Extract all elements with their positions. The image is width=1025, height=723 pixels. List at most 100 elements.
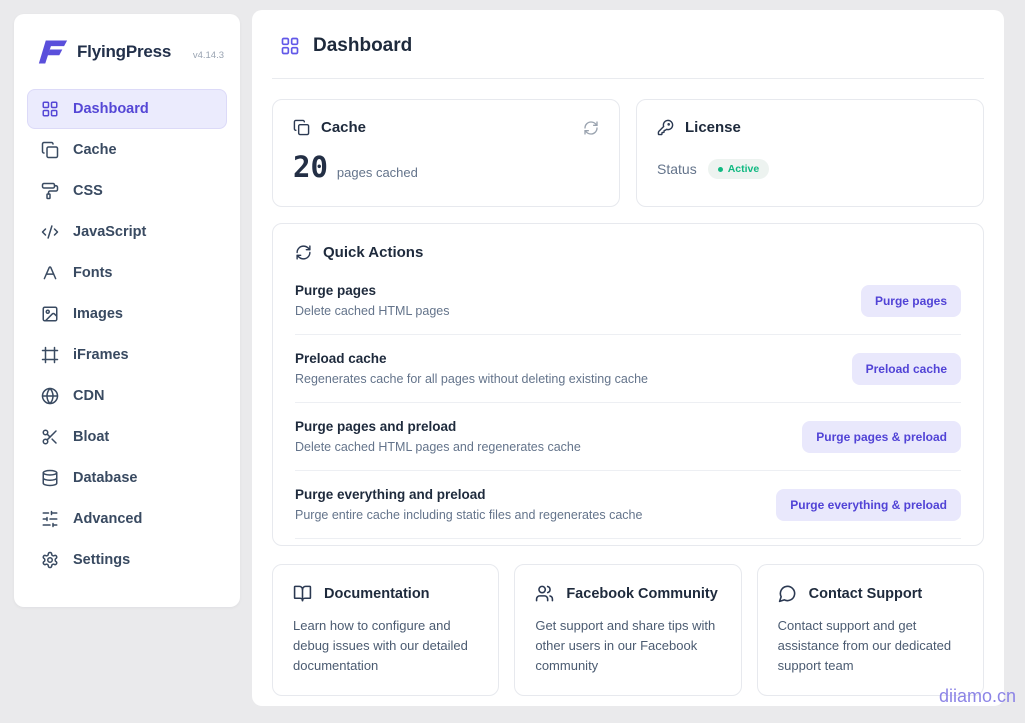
info-card-contact-support[interactable]: Contact Support Contact support and get … bbox=[756, 564, 984, 697]
quick-actions-card: Quick Actions Purge pages Delete cached … bbox=[272, 223, 984, 546]
license-status-row: Status Active bbox=[657, 159, 963, 179]
sidebar-item-label: Advanced bbox=[73, 511, 143, 527]
sidebar-item-dashboard[interactable]: Dashboard bbox=[27, 89, 227, 129]
sidebar-item-javascript[interactable]: JavaScript bbox=[27, 212, 227, 252]
quick-action-title: Preload cache bbox=[295, 351, 387, 366]
cached-pages-count: 20 bbox=[293, 150, 328, 184]
cache-card-header: Cache bbox=[293, 119, 599, 136]
quick-action-row: Preload cache Regenerates cache for all … bbox=[295, 335, 961, 403]
refresh-icon bbox=[295, 244, 312, 261]
grid-icon bbox=[41, 100, 59, 118]
sidebar-item-label: Cache bbox=[73, 142, 117, 158]
sidebar-item-bloat[interactable]: Bloat bbox=[27, 417, 227, 457]
watermark: diiamo.cn bbox=[938, 686, 1016, 706]
sliders-icon bbox=[41, 510, 59, 528]
sidebar-item-label: Bloat bbox=[73, 429, 110, 445]
page-title: Dashboard bbox=[313, 35, 413, 56]
info-card-documentation[interactable]: Documentation Learn how to configure and… bbox=[272, 564, 500, 697]
info-card-description: Contact support and get assistance from … bbox=[777, 618, 952, 674]
image-icon bbox=[41, 305, 59, 323]
logo-row: FlyingPress v4.14.3 bbox=[14, 14, 240, 81]
quick-action-row: Purge everything and preload Purge entir… bbox=[295, 471, 961, 539]
cache-card: Cache 20 pages cached bbox=[272, 99, 620, 207]
info-card-title: Facebook Community bbox=[566, 585, 718, 602]
info-card-title: Contact Support bbox=[808, 585, 923, 602]
cached-pages-suffix: pages cached bbox=[336, 165, 418, 180]
flyingpress-logo-icon bbox=[38, 40, 68, 64]
book-icon bbox=[293, 584, 312, 603]
status-dot-icon bbox=[717, 166, 723, 172]
sidebar: FlyingPress v4.14.3 Dashboard Cache CSS bbox=[14, 14, 240, 607]
sidebar-item-images[interactable]: Images bbox=[27, 294, 227, 334]
paint-roller-icon bbox=[41, 182, 59, 200]
cache-stat: 20 pages cached bbox=[293, 150, 599, 184]
quick-actions-header: Quick Actions bbox=[295, 244, 961, 267]
sidebar-nav: Dashboard Cache CSS JavaScript Fonts Ima… bbox=[14, 81, 240, 589]
sidebar-item-settings[interactable]: Settings bbox=[27, 540, 227, 580]
quick-action-button[interactable]: Purge everything & preload bbox=[776, 488, 961, 521]
info-card-title: Documentation bbox=[324, 585, 430, 602]
cache-card-title: Cache bbox=[321, 119, 367, 136]
globe-icon bbox=[41, 387, 59, 405]
sidebar-item-cache[interactable]: Cache bbox=[27, 130, 227, 170]
sidebar-item-label: Images bbox=[73, 306, 123, 322]
refresh-icon bbox=[583, 120, 599, 136]
code-icon bbox=[41, 223, 59, 241]
page-header: Dashboard bbox=[252, 10, 1004, 78]
main-panel: Dashboard Cache 20 pages cached License … bbox=[252, 10, 1004, 706]
license-card-title: License bbox=[685, 119, 741, 136]
quick-actions-title: Quick Actions bbox=[323, 244, 424, 261]
app-name: FlyingPress bbox=[77, 42, 172, 61]
quick-action-button[interactable]: Preload cache bbox=[851, 352, 961, 385]
license-status-badge: Active bbox=[707, 159, 770, 179]
copy-icon bbox=[41, 141, 59, 159]
quick-action-row: Purge pages Delete cached HTML pages Pur… bbox=[295, 267, 961, 335]
key-icon bbox=[657, 119, 674, 136]
sidebar-item-iframes[interactable]: iFrames bbox=[27, 335, 227, 375]
quick-action-description: Delete cached HTML pages and regenerates… bbox=[295, 440, 581, 454]
license-card: License Status Active bbox=[636, 99, 984, 207]
letter-a-icon bbox=[41, 264, 59, 282]
sidebar-item-advanced[interactable]: Advanced bbox=[27, 499, 227, 539]
quick-action-title: Purge everything and preload bbox=[295, 487, 486, 502]
refresh-cache-count-button[interactable] bbox=[583, 120, 599, 136]
frame-icon bbox=[41, 346, 59, 364]
quick-action-title: Purge pages and preload bbox=[295, 419, 457, 434]
sidebar-item-label: Settings bbox=[73, 552, 131, 568]
info-cards-row: Documentation Learn how to configure and… bbox=[272, 564, 984, 697]
sidebar-item-cdn[interactable]: CDN bbox=[27, 376, 227, 416]
quick-action-description: Delete cached HTML pages bbox=[295, 304, 450, 318]
quick-action-description: Purge entire cache including static file… bbox=[295, 508, 643, 522]
license-status-label: Status bbox=[657, 161, 697, 177]
info-card-facebook-community[interactable]: Facebook Community Get support and share… bbox=[514, 564, 742, 697]
quick-action-button[interactable]: Purge pages & preload bbox=[802, 420, 961, 453]
sidebar-item-css[interactable]: CSS bbox=[27, 171, 227, 211]
sidebar-item-label: JavaScript bbox=[73, 224, 147, 240]
stats-row: Cache 20 pages cached License Status Act… bbox=[272, 99, 984, 207]
sidebar-item-label: Dashboard bbox=[73, 101, 149, 117]
quick-action-description: Regenerates cache for all pages without … bbox=[295, 372, 648, 386]
quick-action-button[interactable]: Purge pages bbox=[860, 284, 961, 317]
sidebar-item-label: CDN bbox=[73, 388, 105, 404]
scissors-icon bbox=[41, 428, 59, 446]
database-icon bbox=[41, 469, 59, 487]
gear-icon bbox=[41, 551, 59, 569]
users-icon bbox=[535, 584, 554, 603]
sidebar-item-fonts[interactable]: Fonts bbox=[27, 253, 227, 293]
app-version: v4.14.3 bbox=[192, 49, 224, 61]
license-card-header: License bbox=[657, 119, 963, 136]
info-card-description: Get support and share tips with other us… bbox=[535, 618, 716, 674]
copy-icon bbox=[293, 119, 310, 136]
sidebar-item-label: iFrames bbox=[73, 347, 129, 363]
dashboard-grid-icon bbox=[280, 36, 300, 56]
sidebar-item-label: Database bbox=[73, 470, 138, 486]
sidebar-item-database[interactable]: Database bbox=[27, 458, 227, 498]
info-card-description: Learn how to configure and debug issues … bbox=[293, 618, 468, 674]
quick-action-title: Purge pages bbox=[295, 283, 377, 298]
sidebar-item-label: CSS bbox=[73, 183, 103, 199]
main-content: Cache 20 pages cached License Status Act… bbox=[252, 79, 1004, 716]
quick-action-row: Purge pages and preload Delete cached HT… bbox=[295, 403, 961, 471]
sidebar-item-label: Fonts bbox=[73, 265, 113, 281]
license-status-value: Active bbox=[727, 163, 760, 175]
chat-icon bbox=[778, 584, 797, 603]
